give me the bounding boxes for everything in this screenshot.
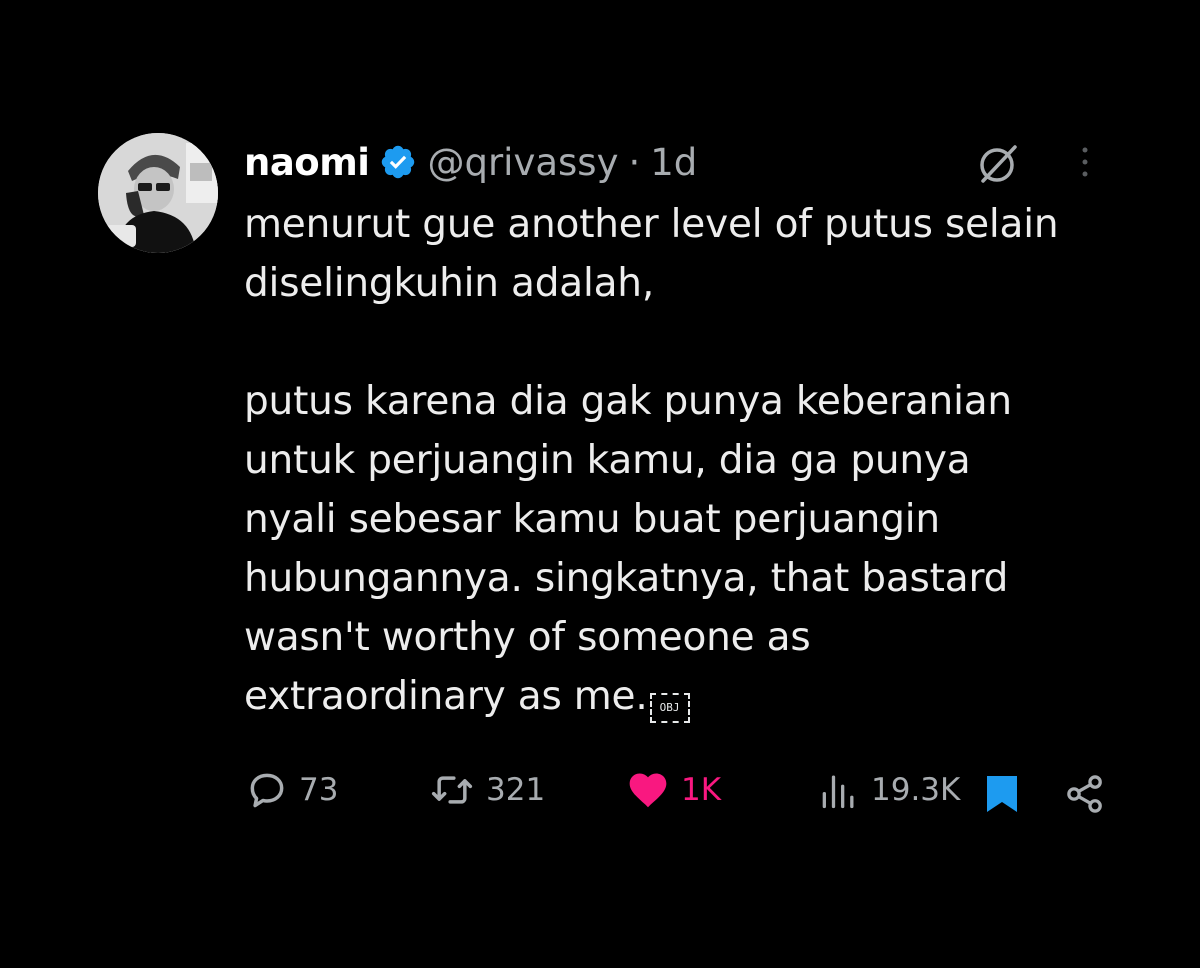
tweet-timestamp[interactable]: 1d <box>650 141 697 184</box>
avatar-image <box>98 133 218 253</box>
repost-count: 321 <box>486 772 546 808</box>
heart-icon <box>629 773 667 808</box>
avatar[interactable] <box>98 133 218 253</box>
reply-icon <box>250 773 284 808</box>
share-icon <box>1067 775 1102 813</box>
views-count: 19.3K <box>871 772 961 808</box>
author-name[interactable]: naomi <box>244 141 370 184</box>
like-count: 1K <box>681 772 722 808</box>
more-icon[interactable] <box>1070 142 1100 182</box>
verified-badge-icon <box>379 143 417 181</box>
tweet-actions: 73 321 1K 19.3K <box>0 760 1200 820</box>
repost-button[interactable]: 321 <box>428 766 545 814</box>
author-handle[interactable]: @qrivassy <box>427 141 618 184</box>
reply-button[interactable]: 73 <box>245 766 338 814</box>
reply-count: 73 <box>299 772 339 808</box>
views-button[interactable]: 19.3K <box>817 766 960 814</box>
object-replacement-glyph: OBJ <box>649 693 690 723</box>
repost-icon <box>431 776 473 804</box>
tweet-text: menurut gue another level of putus selai… <box>244 195 1144 726</box>
separator-dot: · <box>628 140 641 184</box>
tweet-header: naomi @qrivassy · 1d <box>244 136 697 188</box>
like-button[interactable]: 1K <box>625 766 721 814</box>
share-button[interactable] <box>1063 772 1107 820</box>
grok-icon[interactable] <box>975 141 1021 187</box>
bookmark-button[interactable] <box>985 774 1019 818</box>
tweet-text-content: menurut gue another level of putus selai… <box>244 202 1059 719</box>
tweet: naomi @qrivassy · 1d menurut gue another… <box>0 0 1200 968</box>
bookmark-icon <box>987 776 1017 812</box>
views-icon <box>822 775 854 809</box>
